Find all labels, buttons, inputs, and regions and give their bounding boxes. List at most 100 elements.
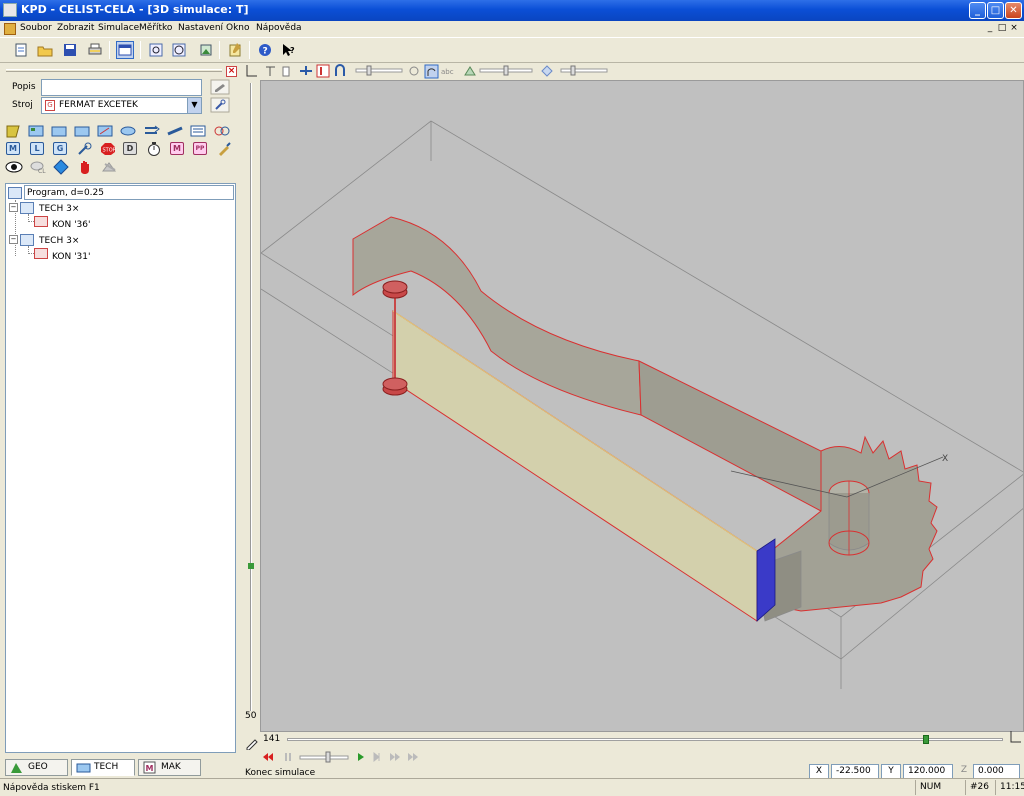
step-forward-icon[interactable] (373, 751, 380, 763)
program-tree[interactable]: Program, d=0.25 − TECH 3× KON '36' − TEC… (5, 183, 236, 753)
3d-scene: X (261, 120, 1023, 689)
print-icon[interactable] (86, 41, 104, 59)
vertical-slider-track[interactable] (250, 83, 252, 711)
menu-nastaveni[interactable]: Nastavení (178, 23, 223, 33)
m-command-icon[interactable]: M (6, 142, 20, 155)
tree-item-tech[interactable]: TECH 3× (39, 236, 79, 246)
timeline-thumb[interactable] (923, 735, 929, 744)
tool-palette-row-3: CL (5, 159, 237, 175)
zoom-window-icon[interactable] (147, 41, 165, 59)
close-button[interactable]: ✕ (1005, 2, 1022, 19)
panel-grip[interactable] (6, 69, 222, 72)
record-indicator: #26 (965, 780, 993, 795)
fast-forward-icon[interactable] (390, 753, 400, 761)
view-tool-icons-2[interactable]: abc (409, 64, 476, 79)
stop-icon[interactable]: STOP (100, 142, 116, 156)
panel-tabs: GEO TECH M MAK (0, 756, 243, 778)
tree-item-contour[interactable]: KON '36' (52, 220, 91, 230)
mdi-close-button[interactable]: × (1008, 23, 1020, 33)
playback-bar (260, 749, 1024, 765)
window-title: KPD - CELIST-CELA - [3D simulace: T] (21, 3, 249, 16)
tree-item-contour[interactable]: KON '31' (52, 252, 91, 262)
vertical-slider-thumb[interactable] (248, 563, 254, 569)
collapse-toggle-icon[interactable]: − (9, 203, 18, 212)
mdi-restore-button[interactable]: □ (996, 23, 1008, 33)
tab-tech[interactable]: TECH (71, 759, 135, 776)
save-icon[interactable] (61, 41, 79, 59)
chevron-down-icon[interactable]: ▼ (187, 98, 201, 113)
machine-settings-icon[interactable] (210, 97, 230, 113)
tree-item-tech[interactable]: TECH 3× (39, 204, 79, 214)
x-coordinate-field[interactable]: -22.500 (831, 764, 879, 779)
view-slider-3[interactable] (560, 68, 608, 73)
eye-icon[interactable] (5, 160, 23, 174)
rewind-icon[interactable] (263, 753, 273, 761)
notes-icon[interactable] (226, 41, 244, 59)
menu-meritko[interactable]: Měřítko (139, 23, 172, 33)
view-slider-1[interactable] (355, 68, 403, 73)
timer-icon[interactable] (146, 141, 162, 157)
end-icon[interactable] (408, 753, 418, 761)
tree-item-program[interactable]: Program, d=0.25 (24, 185, 234, 200)
toolbar-separator (109, 41, 110, 59)
popis-input[interactable] (41, 79, 202, 96)
wrench-icon[interactable] (77, 142, 93, 156)
axis-toggle-icon[interactable] (1009, 729, 1023, 745)
menu-napoveda[interactable]: Nápověda (256, 23, 302, 33)
help-icon[interactable]: ? (256, 41, 274, 59)
hide-icon[interactable]: CL (29, 160, 47, 174)
svg-text:CL: CL (38, 168, 46, 174)
tool-palette-icons[interactable] (5, 123, 237, 139)
render-icon[interactable] (197, 41, 215, 59)
view-slider-2-thumb[interactable] (503, 65, 509, 76)
pen-icon[interactable] (245, 736, 259, 750)
collapse-toggle-icon[interactable]: − (9, 235, 18, 244)
view-tool-icons[interactable] (246, 64, 345, 78)
stroj-select[interactable]: G FERMAT EXCETEK ▼ (41, 97, 202, 114)
context-help-icon[interactable]: ? (280, 41, 298, 59)
3d-viewport[interactable]: X (260, 80, 1024, 732)
panel-toggle-icon[interactable] (116, 41, 134, 59)
y-coordinate-field[interactable]: 120.000 (903, 764, 953, 779)
simulation-window: abc 50 X 141 Konec simulace X -22.500 Y … (243, 63, 1024, 779)
disabled-tool-icon[interactable] (101, 159, 119, 175)
help-hint: Nápověda stiskem F1 (3, 783, 100, 793)
tab-mak[interactable]: M MAK (138, 759, 201, 776)
g-command-icon[interactable]: G (53, 142, 67, 155)
speed-slider[interactable] (299, 755, 349, 760)
pp-command-icon[interactable]: PP (193, 142, 207, 155)
z-coordinate-field[interactable]: 0.000 (973, 764, 1020, 779)
y-coordinate-label: Y (881, 764, 901, 779)
speed-slider-thumb[interactable] (325, 751, 331, 763)
m-macro-icon[interactable]: M (170, 142, 184, 155)
view-tool-icons-3[interactable] (541, 65, 553, 77)
pause-icon[interactable] (285, 753, 291, 761)
tab-geo-label: GEO (28, 762, 48, 772)
maximize-button[interactable]: □ (987, 2, 1004, 19)
menu-zobrazit[interactable]: Zobrazit (57, 23, 94, 33)
menu-soubor[interactable]: Soubor (20, 23, 52, 33)
panel-close-icon[interactable]: × (226, 66, 237, 77)
l-command-icon[interactable]: L (30, 142, 44, 155)
menu-okno[interactable]: Okno (226, 23, 250, 33)
diamond-icon[interactable] (53, 159, 69, 175)
app-icon[interactable] (3, 3, 17, 17)
geo-icon (11, 763, 22, 773)
view-slider-1-thumb[interactable] (366, 65, 372, 76)
edit-description-icon[interactable] (210, 79, 230, 95)
mdi-minimize-button[interactable]: _ (984, 23, 996, 33)
new-file-icon[interactable] (12, 41, 30, 59)
minimize-button[interactable]: _ (969, 2, 986, 19)
tab-geo[interactable]: GEO (5, 759, 68, 776)
macro-icon: M (143, 761, 156, 774)
menu-simulace[interactable]: Simulace (98, 23, 139, 33)
document-icon[interactable] (4, 23, 16, 35)
view-slider-3-thumb[interactable] (570, 65, 576, 76)
timeline-slider[interactable] (287, 738, 1003, 741)
hand-icon[interactable] (77, 159, 93, 175)
open-folder-icon[interactable] (36, 41, 54, 59)
d-command-icon[interactable]: D (123, 142, 137, 155)
paint-brush-icon[interactable] (216, 141, 232, 157)
zoom-all-icon[interactable] (170, 41, 188, 59)
play-icon[interactable] (358, 753, 364, 761)
